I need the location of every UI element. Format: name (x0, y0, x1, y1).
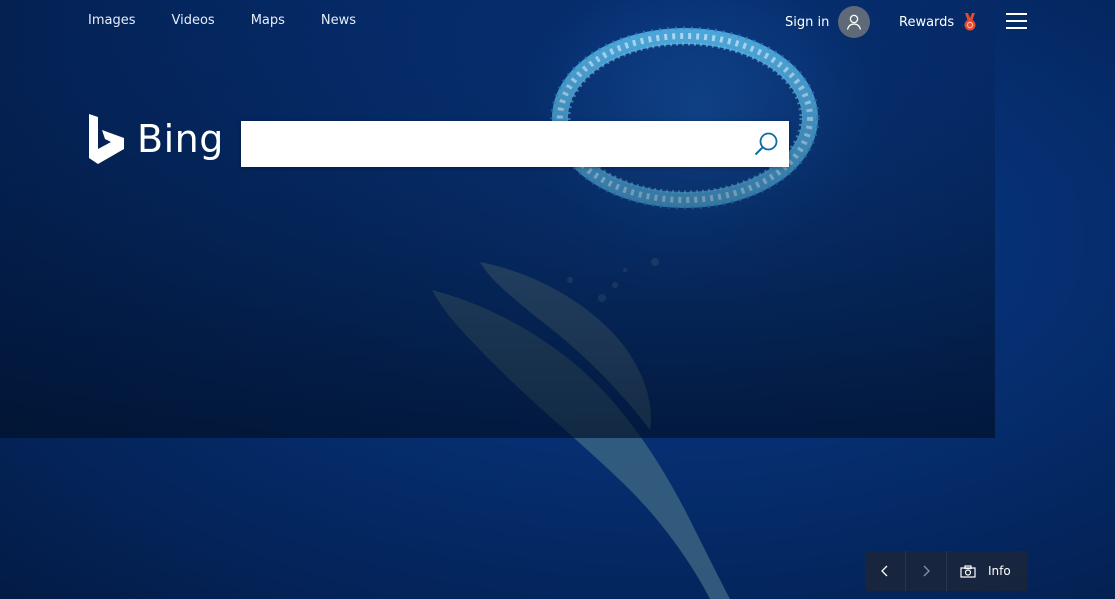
user-icon (847, 14, 862, 30)
rewards-button[interactable]: Rewards (899, 12, 980, 32)
camera-icon (960, 564, 976, 578)
bing-homepage: Images Videos Maps News Sign in Rewards (0, 0, 1115, 599)
nav-link-maps[interactable]: Maps (251, 13, 285, 29)
search-icon (754, 132, 778, 156)
hamburger-menu-button[interactable] (1006, 13, 1027, 29)
medal-icon (964, 13, 976, 31)
bing-logo[interactable]: Bing (88, 113, 224, 165)
info-button[interactable]: Info (947, 551, 1028, 591)
nav-link-images[interactable]: Images (88, 13, 136, 29)
search-box (241, 121, 789, 167)
avatar (838, 6, 871, 38)
bing-logo-icon (89, 114, 124, 164)
chevron-left-icon (881, 565, 888, 577)
dolphins-image (432, 258, 730, 599)
sign-in-button[interactable]: Sign in (785, 6, 871, 38)
top-nav: Images Videos Maps News (88, 13, 392, 29)
sign-in-label: Sign in (785, 14, 830, 30)
search-input[interactable] (241, 122, 743, 166)
previous-image-button[interactable] (865, 551, 906, 591)
rewards-label: Rewards (899, 14, 955, 30)
image-controls: Info (865, 551, 1028, 591)
nav-link-news[interactable]: News (321, 13, 356, 29)
nav-link-videos[interactable]: Videos (172, 13, 215, 29)
search-button[interactable] (743, 121, 789, 167)
next-image-button[interactable] (906, 551, 947, 591)
info-label: Info (988, 564, 1011, 578)
logo-text: Bing (137, 117, 224, 161)
chevron-right-icon (923, 565, 930, 577)
